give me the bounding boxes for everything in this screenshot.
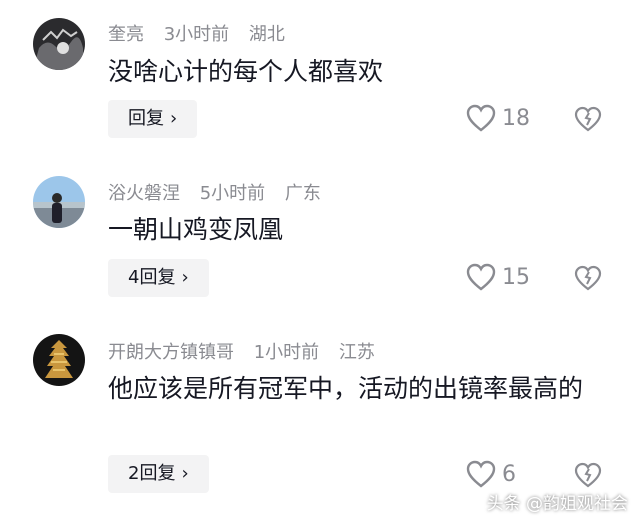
reply-button[interactable]: 4回复 › — [108, 259, 209, 297]
reply-label: 回复 — [128, 108, 164, 129]
comment-meta: 浴火磐涅 5小时前 广东 — [108, 179, 335, 205]
reply-label: 4回复 — [128, 267, 176, 288]
avatar[interactable] — [33, 334, 85, 386]
dislike-button[interactable] — [574, 106, 602, 136]
watermark: 头条 @韵姐观社会 — [486, 494, 628, 514]
timestamp: 1小时前 — [253, 342, 320, 363]
like-count: 18 — [502, 105, 530, 131]
heart-icon — [466, 263, 496, 291]
location: 广东 — [284, 183, 321, 204]
comment-meta: 开朗大方镇镇哥 1小时前 江苏 — [108, 338, 389, 364]
like-button[interactable]: 18 — [466, 104, 530, 132]
like-count: 6 — [502, 461, 516, 487]
heart-icon — [466, 104, 496, 132]
chevron-right-icon: › — [181, 267, 189, 288]
broken-heart-icon — [574, 265, 602, 291]
like-button[interactable]: 6 — [466, 460, 516, 488]
username[interactable]: 浴火磐涅 — [108, 183, 180, 204]
timestamp: 3小时前 — [163, 24, 230, 45]
comment-text: 没啥心计的每个人都喜欢 — [108, 57, 384, 86]
reply-label: 2回复 — [128, 463, 176, 484]
avatar[interactable] — [33, 18, 85, 70]
reply-button[interactable]: 回复 › — [108, 100, 198, 138]
avatar[interactable] — [33, 176, 85, 228]
heart-icon — [466, 460, 496, 488]
reply-button[interactable]: 2回复 › — [108, 455, 209, 493]
comment-text: 一朝山鸡变凤凰 — [108, 215, 284, 244]
like-button[interactable]: 15 — [466, 263, 530, 291]
username[interactable]: 奎亮 — [108, 24, 144, 45]
chevron-right-icon: › — [181, 463, 189, 484]
timestamp: 5小时前 — [199, 183, 266, 204]
comment-meta: 奎亮 3小时前 湖北 — [108, 20, 299, 46]
broken-heart-icon — [574, 106, 602, 132]
username[interactable]: 开朗大方镇镇哥 — [108, 342, 234, 363]
broken-heart-icon — [574, 462, 602, 488]
dislike-button[interactable] — [574, 265, 602, 295]
comment-text: 他应该是所有冠军中，活动的出镜率最高的 — [108, 374, 584, 403]
like-count: 15 — [502, 264, 530, 290]
location: 江苏 — [338, 342, 375, 363]
chevron-right-icon: › — [170, 108, 178, 129]
location: 湖北 — [248, 24, 285, 45]
dislike-button[interactable] — [574, 462, 602, 492]
